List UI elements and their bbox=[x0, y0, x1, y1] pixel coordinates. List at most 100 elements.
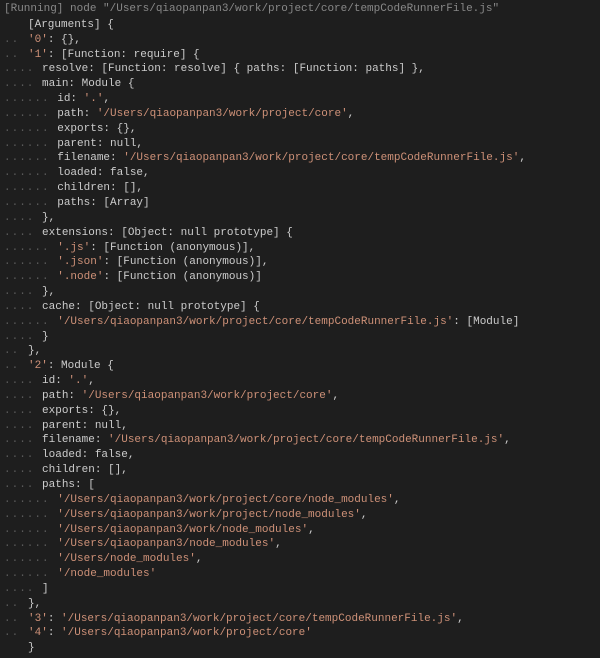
output-line: ...... '/node_modules' bbox=[4, 567, 596, 582]
line-gutter: ...... bbox=[4, 166, 57, 181]
line-gutter: .. bbox=[4, 359, 28, 374]
line-gutter: ...... bbox=[4, 567, 57, 582]
output-line: .. }, bbox=[4, 344, 596, 359]
line-content: id: '.', bbox=[57, 92, 110, 107]
line-content: '/node_modules' bbox=[57, 567, 156, 582]
line-content: parent: null, bbox=[57, 137, 143, 152]
output-line: ...... children: [], bbox=[4, 181, 596, 196]
line-gutter: ...... bbox=[4, 508, 57, 523]
line-content: children: [], bbox=[57, 181, 143, 196]
output-line: .... id: '.', bbox=[4, 374, 596, 389]
line-gutter: .... bbox=[4, 478, 42, 493]
output-line: .... filename: '/Users/qiaopanpan3/work/… bbox=[4, 433, 596, 448]
line-gutter: .... bbox=[4, 582, 42, 597]
line-content: extensions: [Object: null prototype] { bbox=[42, 226, 293, 241]
output-line: [Arguments] { bbox=[4, 18, 596, 33]
output-line: ...... '/Users/qiaopanpan3/work/node_mod… bbox=[4, 523, 596, 538]
line-gutter: .... bbox=[4, 330, 42, 345]
line-content: ] bbox=[42, 582, 49, 597]
line-gutter: ...... bbox=[4, 107, 57, 122]
line-gutter: ...... bbox=[4, 196, 57, 211]
output-line: ...... '/Users/qiaopanpan3/work/project/… bbox=[4, 315, 596, 330]
output-line: .... cache: [Object: null prototype] { bbox=[4, 300, 596, 315]
line-gutter: ...... bbox=[4, 523, 57, 538]
line-content: exports: {}, bbox=[42, 404, 121, 419]
line-content: id: '.', bbox=[42, 374, 95, 389]
line-content: } bbox=[42, 330, 49, 345]
line-gutter: ...... bbox=[4, 241, 57, 256]
output-line: ...... '.node': [Function (anonymous)] bbox=[4, 270, 596, 285]
line-gutter: .... bbox=[4, 77, 42, 92]
line-gutter bbox=[4, 18, 28, 33]
line-gutter: .... bbox=[4, 226, 42, 241]
output-line: ...... parent: null, bbox=[4, 137, 596, 152]
output-line: .... children: [], bbox=[4, 463, 596, 478]
line-content: path: '/Users/qiaopanpan3/work/project/c… bbox=[42, 389, 339, 404]
line-content: paths: [Array] bbox=[57, 196, 149, 211]
line-gutter: .... bbox=[4, 374, 42, 389]
line-content: '/Users/qiaopanpan3/work/node_modules', bbox=[57, 523, 314, 538]
line-gutter: ...... bbox=[4, 255, 57, 270]
line-content: '.js': [Function (anonymous)], bbox=[57, 241, 255, 256]
line-gutter: ...... bbox=[4, 537, 57, 552]
output-lines: [Arguments] {.. '0': {},.. '1': [Functio… bbox=[4, 18, 596, 656]
line-gutter: .. bbox=[4, 626, 28, 641]
line-gutter: .... bbox=[4, 300, 42, 315]
line-gutter: .... bbox=[4, 404, 42, 419]
output-line: .. '0': {}, bbox=[4, 33, 596, 48]
line-gutter: .... bbox=[4, 211, 42, 226]
line-gutter: ...... bbox=[4, 181, 57, 196]
line-gutter: ...... bbox=[4, 92, 57, 107]
output-line: .. '4': '/Users/qiaopanpan3/work/project… bbox=[4, 626, 596, 641]
line-gutter: .... bbox=[4, 419, 42, 434]
line-content: '/Users/qiaopanpan3/node_modules', bbox=[57, 537, 281, 552]
line-gutter: .. bbox=[4, 344, 28, 359]
output-line: ...... exports: {}, bbox=[4, 122, 596, 137]
line-gutter: .. bbox=[4, 597, 28, 612]
line-content: '/Users/qiaopanpan3/work/project/core/no… bbox=[57, 493, 400, 508]
terminal-output: [Running] node "/Users/qiaopanpan3/work/… bbox=[0, 0, 600, 658]
output-line: .... paths: [ bbox=[4, 478, 596, 493]
line-content: filename: '/Users/qiaopanpan3/work/proje… bbox=[42, 433, 511, 448]
line-content: '/Users/qiaopanpan3/work/project/node_mo… bbox=[57, 508, 367, 523]
line-gutter: .... bbox=[4, 62, 42, 77]
line-content: '0': {}, bbox=[28, 33, 81, 48]
output-line: ...... '/Users/qiaopanpan3/work/project/… bbox=[4, 508, 596, 523]
line-gutter: ...... bbox=[4, 493, 57, 508]
output-line: ...... path: '/Users/qiaopanpan3/work/pr… bbox=[4, 107, 596, 122]
output-line: .. '3': '/Users/qiaopanpan3/work/project… bbox=[4, 612, 596, 627]
output-line: ...... '/Users/qiaopanpan3/work/project/… bbox=[4, 493, 596, 508]
output-line: ...... filename: '/Users/qiaopanpan3/wor… bbox=[4, 151, 596, 166]
line-gutter: .... bbox=[4, 389, 42, 404]
output-line: ...... id: '.', bbox=[4, 92, 596, 107]
output-line: .... extensions: [Object: null prototype… bbox=[4, 226, 596, 241]
line-content: filename: '/Users/qiaopanpan3/work/proje… bbox=[57, 151, 526, 166]
output-line: .... } bbox=[4, 330, 596, 345]
line-content: main: Module { bbox=[42, 77, 134, 92]
output-line: ...... '.json': [Function (anonymous)], bbox=[4, 255, 596, 270]
line-gutter: ...... bbox=[4, 270, 57, 285]
line-content: parent: null, bbox=[42, 419, 128, 434]
output-line: .. '1': [Function: require] { bbox=[4, 48, 596, 63]
line-content: exports: {}, bbox=[57, 122, 136, 137]
line-gutter: .. bbox=[4, 612, 28, 627]
output-line: .... main: Module { bbox=[4, 77, 596, 92]
output-line: .. }, bbox=[4, 597, 596, 612]
line-gutter: ...... bbox=[4, 151, 57, 166]
line-content: [Arguments] { bbox=[28, 18, 114, 33]
line-content: path: '/Users/qiaopanpan3/work/project/c… bbox=[57, 107, 354, 122]
line-gutter: ...... bbox=[4, 552, 57, 567]
line-content: '2': Module { bbox=[28, 359, 114, 374]
output-line: .... resolve: [Function: resolve] { path… bbox=[4, 62, 596, 77]
output-line: ...... '/Users/node_modules', bbox=[4, 552, 596, 567]
line-gutter: ...... bbox=[4, 315, 57, 330]
line-gutter: ...... bbox=[4, 137, 57, 152]
line-gutter: .... bbox=[4, 285, 42, 300]
line-content: '1': [Function: require] { bbox=[28, 48, 200, 63]
line-content: } bbox=[28, 641, 35, 656]
line-content: }, bbox=[28, 344, 41, 359]
line-gutter: .... bbox=[4, 433, 42, 448]
line-gutter: .... bbox=[4, 463, 42, 478]
output-line: ...... '/Users/qiaopanpan3/node_modules'… bbox=[4, 537, 596, 552]
output-line: ...... '.js': [Function (anonymous)], bbox=[4, 241, 596, 256]
